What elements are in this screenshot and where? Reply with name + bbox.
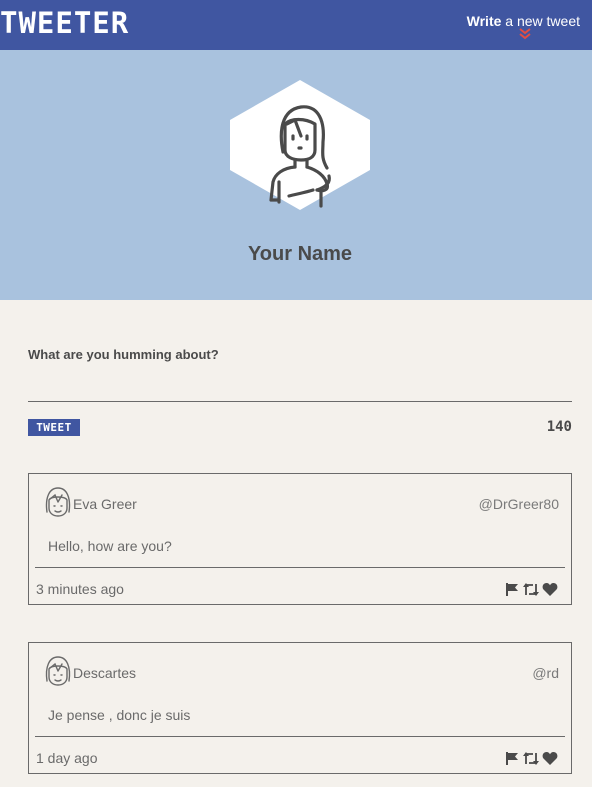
tweet-divider (35, 736, 565, 737)
flag-icon[interactable] (505, 751, 520, 766)
profile-name: Your Name (247, 243, 353, 265)
retweet-icon[interactable] (522, 582, 540, 597)
composer-label: What are you humming about? (28, 347, 219, 362)
tweet-actions (505, 581, 558, 597)
tweet-author-handle[interactable]: @DrGreer80 (479, 496, 559, 512)
compose-bold-label: Write (466, 13, 502, 29)
tweet-text: Hello, how are you? (48, 538, 172, 554)
profile-header: Your Name (0, 50, 592, 300)
tweet-actions (505, 750, 558, 766)
nav-bar: TWEETER Write a new tweet (0, 0, 592, 50)
character-counter: 140 (546, 419, 572, 435)
tweet-card: Descartes @rd Je pense , donc je suis 1 … (28, 642, 572, 774)
double-chevron-down-icon[interactable] (518, 27, 532, 41)
tweet-author-name[interactable]: Descartes (73, 665, 136, 681)
heart-icon[interactable] (542, 751, 558, 766)
user-avatar-icon (45, 487, 71, 517)
tweet-card: Eva Greer @DrGreer80 Hello, how are you?… (28, 473, 572, 605)
tweet-author-name[interactable]: Eva Greer (73, 496, 137, 512)
compose-rest-label: a new tweet (501, 13, 580, 29)
heart-icon[interactable] (542, 582, 558, 597)
app-logo[interactable]: TWEETER (0, 6, 129, 40)
tweet-author-handle[interactable]: @rd (532, 665, 559, 681)
user-avatar-icon (45, 656, 71, 686)
tweet-text: Je pense , donc je suis (48, 707, 191, 723)
profile-avatar-icon (269, 105, 331, 208)
tweet-input[interactable] (28, 372, 572, 402)
tweet-timestamp: 3 minutes ago (36, 581, 124, 597)
tweet-divider (35, 567, 565, 568)
flag-icon[interactable] (505, 582, 520, 597)
retweet-icon[interactable] (522, 751, 540, 766)
tweet-button[interactable]: TWEET (28, 419, 80, 436)
tweet-timestamp: 1 day ago (36, 750, 98, 766)
